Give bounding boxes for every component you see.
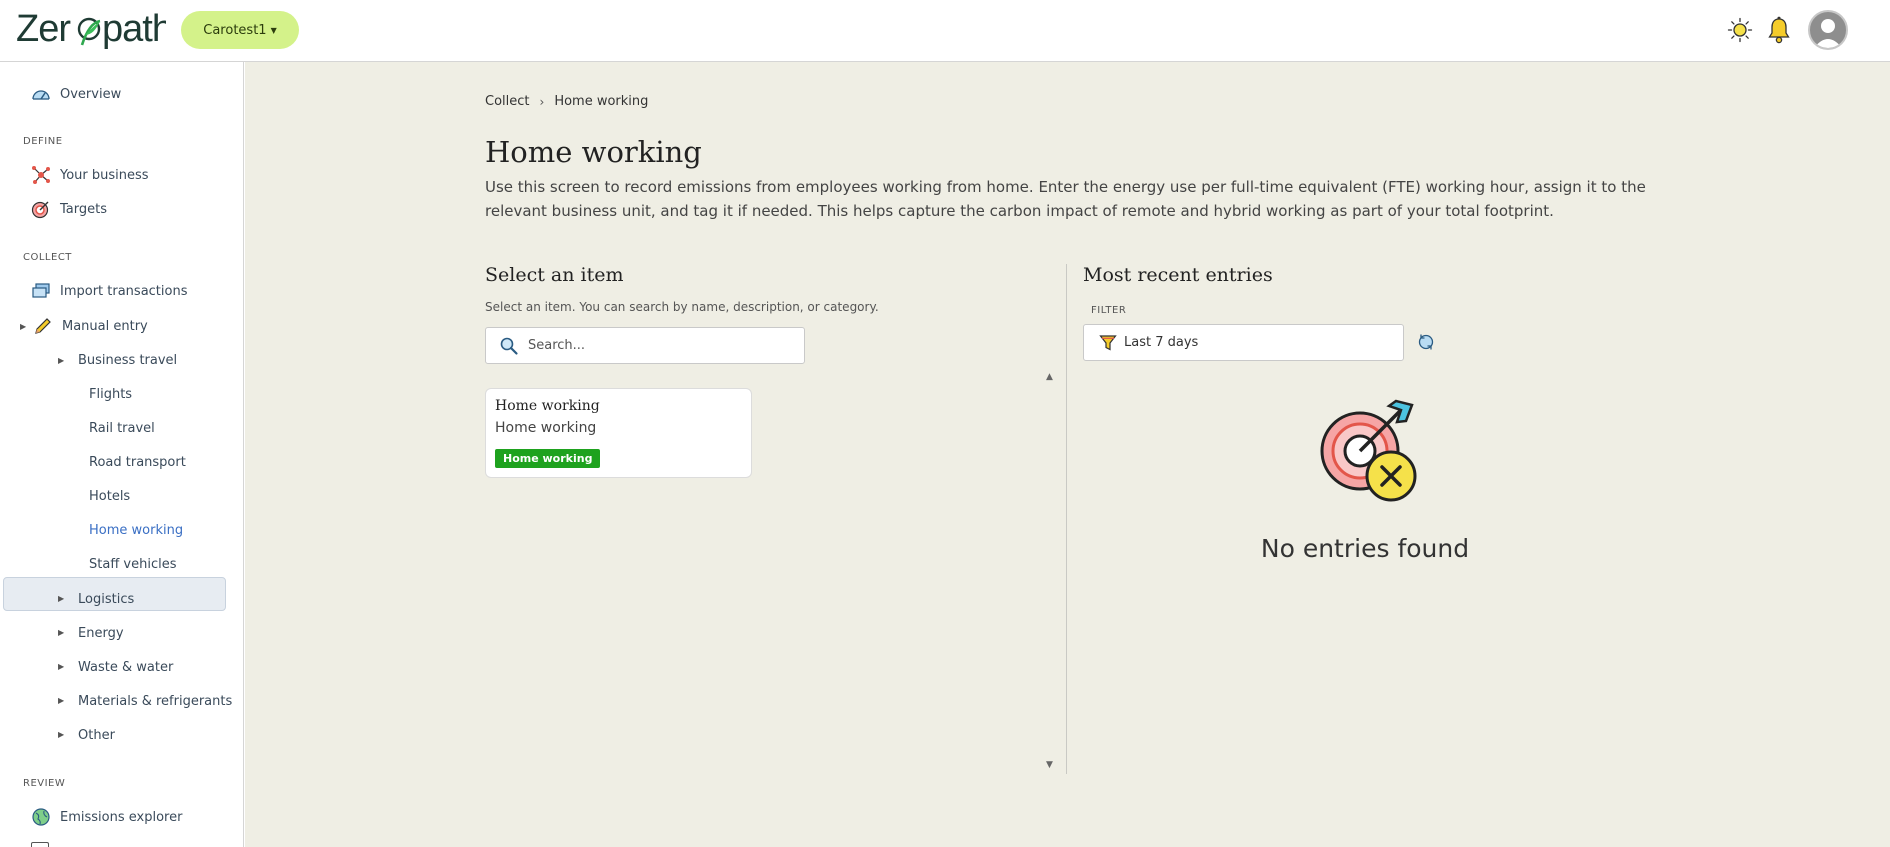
partial-nav-icon [31,842,49,847]
filter-value: Last 7 days [1124,335,1199,350]
item-card-subtitle: Home working [495,420,597,436]
breadcrumb: Collect › Home working [485,94,648,109]
sidebar-item-label: Your business [60,167,149,183]
item-list-scrollbar[interactable]: ▲ ▼ [1044,372,1058,770]
sidebar-item-label: Import transactions [60,283,188,299]
expand-triangle-icon[interactable]: ▶ [58,662,64,671]
top-bar: Zer path Carotest1 ▼ [0,0,1890,62]
sidebar-item-label: Hotels [89,488,131,504]
sidebar-item-emissions-explorer[interactable]: Emissions explorer [31,803,182,831]
sidebar-item-your-business[interactable]: Your business [31,161,149,189]
recent-entries-heading: Most recent entries [1083,264,1273,286]
sidebar-item-label: Business travel [78,352,178,368]
funnel-icon [1098,333,1118,353]
pencil-icon [33,316,53,336]
sidebar-item-home-working[interactable]: Home working [89,516,183,544]
sidebar-item-overview[interactable]: Overview [31,80,121,108]
search-icon [498,335,520,357]
sidebar-item-label: Flights [89,386,133,402]
empty-state-text: No entries found [1260,534,1470,563]
sidebar-item-energy[interactable]: Energy [78,619,124,647]
sidebar-item-targets[interactable]: Targets [31,195,107,223]
expand-triangle-icon[interactable]: ▶ [58,696,64,705]
sidebar-item-label: Staff vehicles [89,556,177,572]
expand-triangle-icon[interactable]: ▶ [58,628,64,637]
select-item-hint: Select an item. You can search by name, … [485,300,879,314]
sidebar-item-label: Overview [60,86,122,102]
sidebar-item-materials-refrigerants[interactable]: Materials & refrigerants [78,687,232,715]
page-description: Use this screen to record emissions from… [485,178,1646,220]
sidebar: Overview DEFINE Your business Targets CO… [0,62,244,847]
refresh-icon[interactable] [1414,330,1438,354]
sidebar-item-label: Manual entry [62,318,148,334]
sidebar-item-label: Energy [78,625,124,641]
sidebar-item-label: Materials & refrigerants [78,693,233,709]
scroll-down-arrow-icon[interactable]: ▼ [1046,760,1053,770]
sidebar-item-label: Other [78,727,115,743]
section-heading-define: DEFINE [23,136,63,147]
sidebar-item-flights[interactable]: Flights [89,380,132,408]
expand-triangle-icon[interactable]: ▶ [58,594,64,603]
expand-triangle-icon[interactable]: ▶ [58,356,64,365]
organisation-label: Carotest1 [203,22,267,38]
sidebar-item-business-travel[interactable]: Business travel [78,346,177,374]
chevron-right-icon: › [539,94,545,109]
expand-triangle-icon[interactable]: ▶ [58,730,64,739]
section-heading-review: REVIEW [23,778,66,789]
network-icon [31,165,51,185]
item-card-title: Home working [495,398,600,414]
bell-icon[interactable] [1764,15,1794,45]
sidebar-item-manual-entry[interactable]: Manual entry [33,312,148,340]
item-card[interactable]: Home working Home working Home working [485,388,752,478]
sidebar-item-waste-water[interactable]: Waste & water [78,653,173,681]
section-heading-collect: COLLECT [23,252,72,263]
filter-label: FILTER [1091,305,1127,316]
sidebar-item-import-transactions[interactable]: Import transactions [31,277,188,305]
organisation-switcher[interactable]: Carotest1 ▼ [181,11,299,49]
sidebar-item-other[interactable]: Other [78,721,115,749]
column-divider [1066,264,1067,774]
sidebar-item-rail-travel[interactable]: Rail travel [89,414,155,442]
missed-target-icon [1320,399,1417,502]
sidebar-item-label: Logistics [78,591,135,607]
search-placeholder: Search... [528,338,586,353]
sidebar-item-road-transport[interactable]: Road transport [89,448,186,476]
globe-icon [31,807,51,827]
sidebar-item-label: Waste & water [78,659,174,675]
sidebar-item-label: Home working [89,522,184,538]
sidebar-item-logistics[interactable]: Logistics [78,585,134,613]
stack-icon [31,281,51,301]
sidebar-item-label: Rail travel [89,420,155,436]
scroll-up-arrow-icon[interactable]: ▲ [1046,372,1053,382]
expand-triangle-icon[interactable]: ▶ [20,322,26,331]
sidebar-item-label: Emissions explorer [60,809,183,825]
gauge-icon [31,84,51,104]
zeropath-logo[interactable]: Zer path [16,5,166,57]
target-icon [31,199,51,219]
breadcrumb-collect[interactable]: Collect [485,94,530,109]
sun-icon[interactable] [1725,15,1755,45]
sidebar-item-hotels[interactable]: Hotels [89,482,130,510]
select-item-heading: Select an item [485,264,624,286]
svg-text:path: path [102,8,166,50]
sidebar-item-label: Targets [60,201,107,217]
user-avatar[interactable] [1808,10,1848,50]
chevron-down-icon: ▼ [270,25,277,35]
date-filter-select[interactable]: Last 7 days [1083,324,1404,361]
category-badge: Home working [495,449,601,468]
breadcrumb-current: Home working [554,94,649,109]
main-content: Collect › Home working Home working Use … [245,62,1890,847]
sidebar-item-label: Road transport [89,454,186,470]
svg-text:Zer: Zer [16,8,71,50]
search-input[interactable]: Search... [485,327,805,364]
sidebar-item-staff-vehicles[interactable]: Staff vehicles [89,550,176,578]
page-title: Home working [485,135,702,169]
